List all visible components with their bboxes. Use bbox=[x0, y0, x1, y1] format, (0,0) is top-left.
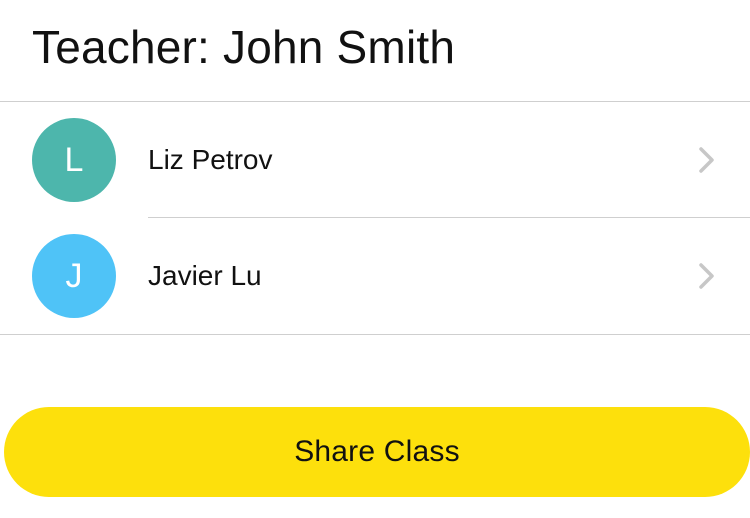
student-row-javier-lu[interactable]: J Javier Lu bbox=[0, 218, 750, 334]
chevron-right-icon bbox=[696, 144, 718, 176]
student-name: Liz Petrov bbox=[148, 144, 273, 175]
student-name: Javier Lu bbox=[148, 260, 262, 291]
student-avatar: J bbox=[32, 234, 116, 318]
student-list: L Liz Petrov J Javier Lu bbox=[0, 102, 750, 335]
share-class-button[interactable]: Share Class bbox=[4, 407, 750, 497]
page-header: Teacher: John Smith bbox=[0, 0, 750, 102]
page-title: Teacher: John Smith bbox=[32, 20, 456, 73]
student-avatar: L bbox=[32, 118, 116, 202]
student-row-liz-petrov[interactable]: L Liz Petrov bbox=[0, 102, 750, 218]
chevron-right-icon bbox=[696, 260, 718, 292]
teacher-class-screen: Teacher: John Smith L Liz Petrov J Javie… bbox=[0, 0, 750, 518]
